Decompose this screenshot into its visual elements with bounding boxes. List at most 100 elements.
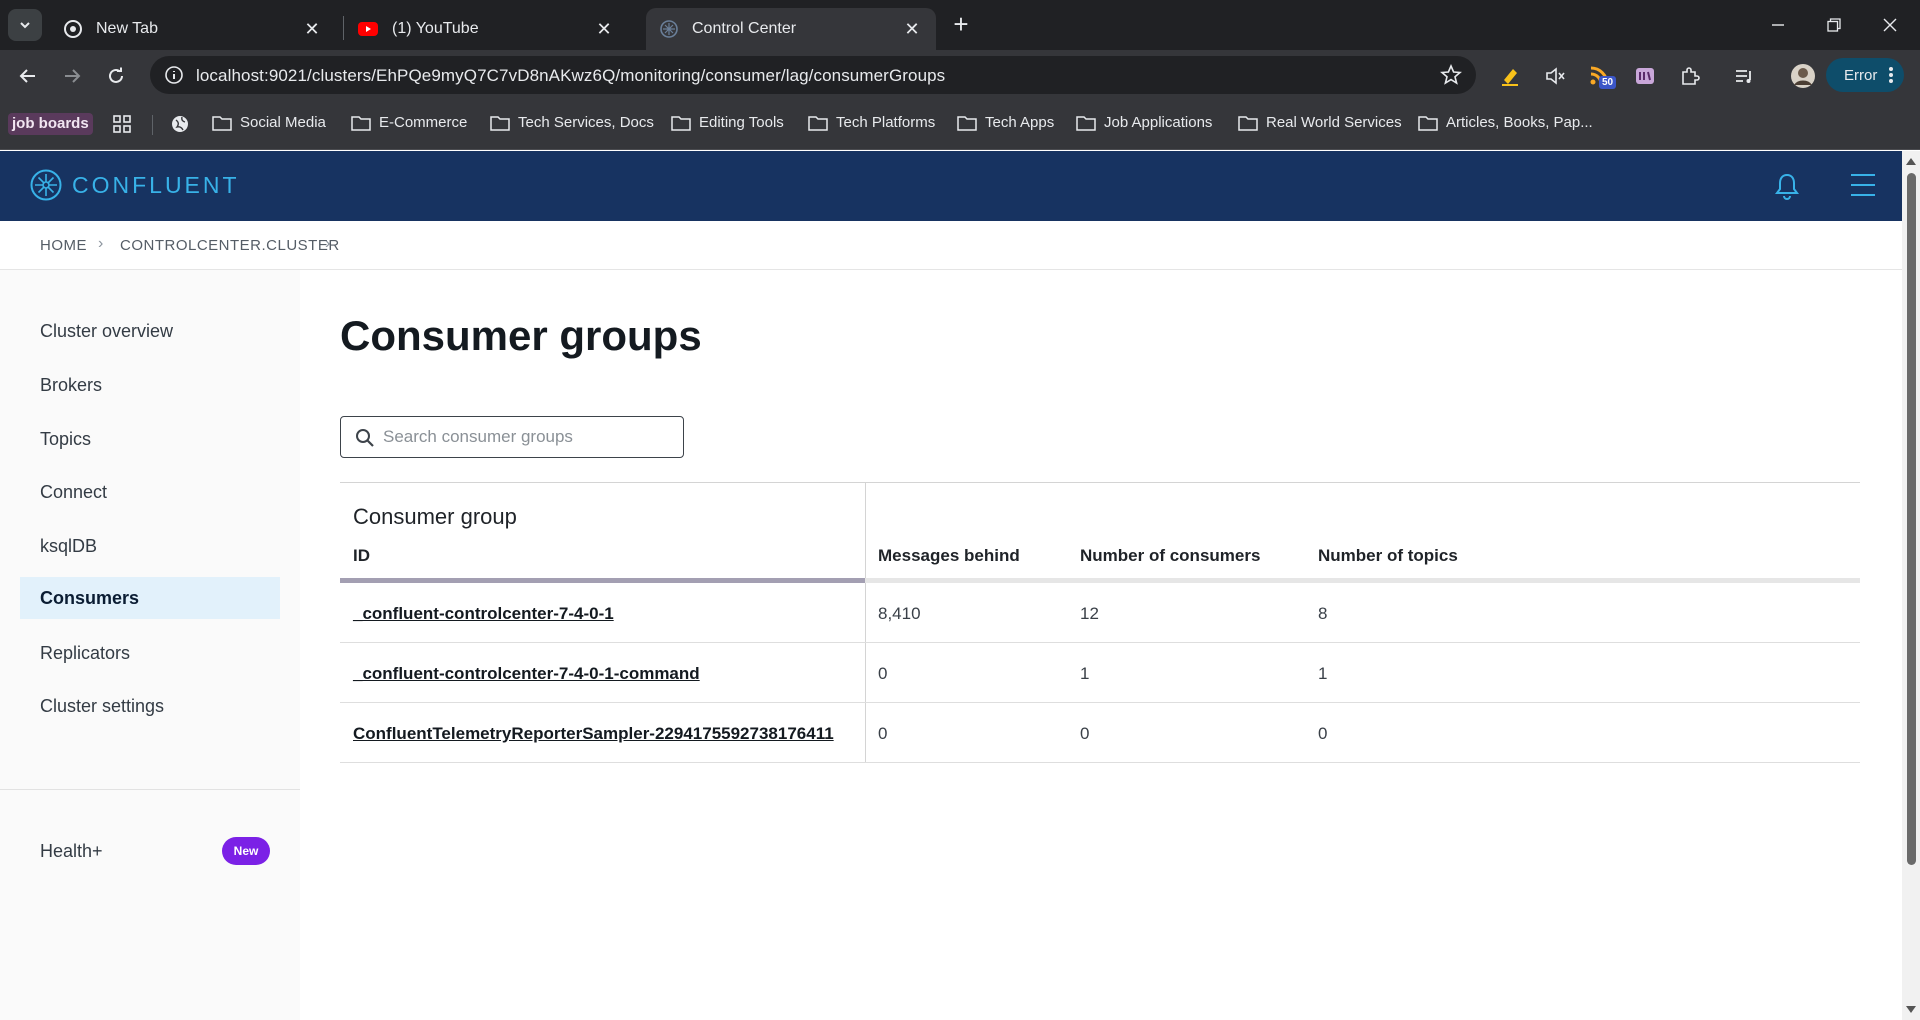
extensions-puzzle-icon[interactable]: [1676, 62, 1704, 90]
back-button[interactable]: [12, 60, 44, 92]
tab-new-tab[interactable]: New Tab ✕: [50, 8, 336, 50]
media-controls-icon[interactable]: [1730, 62, 1758, 90]
close-icon: [1883, 18, 1897, 32]
forward-button[interactable]: [56, 60, 88, 92]
arrow-left-icon: [19, 69, 35, 83]
confluent-logo-icon: [30, 169, 62, 201]
breadcrumb: HOME › CONTROLCENTER.CLUSTER ›: [0, 221, 1902, 270]
topics-cell: 0: [1318, 724, 1328, 743]
close-tab-icon[interactable]: ✕: [902, 19, 922, 40]
bookmark-separator: [152, 115, 153, 135]
bookmark-folder-label: Tech Platforms: [836, 114, 936, 131]
scroll-up-arrow-icon[interactable]: [1906, 157, 1916, 165]
bookmark-folder[interactable]: Social Media: [212, 114, 326, 131]
error-button[interactable]: Error: [1826, 58, 1904, 92]
hamburger-menu-icon[interactable]: [1850, 172, 1876, 203]
table-row[interactable]: ConfluentTelemetryReporterSampler-229417…: [340, 703, 1860, 763]
highlighter-extension-icon[interactable]: [1496, 62, 1524, 90]
column-header-id[interactable]: ID: [353, 546, 370, 566]
bookmark-job-boards[interactable]: job boards: [8, 113, 93, 135]
column-header-topics[interactable]: Number of topics: [1318, 546, 1458, 566]
sidebar-divider: [0, 789, 300, 790]
profile-avatar[interactable]: [1789, 62, 1817, 90]
messages-behind-cell: 0: [878, 724, 888, 743]
chevron-right-icon: ›: [325, 235, 331, 252]
reload-icon: [109, 67, 123, 83]
folder-icon: [351, 115, 371, 131]
bookmark-folder[interactable]: Tech Apps: [957, 114, 1054, 131]
bookmark-folder[interactable]: Tech Services, Docs: [490, 114, 654, 131]
sidebar-item-topics[interactable]: Topics: [20, 418, 280, 460]
new-tab-button[interactable]: +: [948, 11, 974, 38]
consumer-group-link[interactable]: ConfluentTelemetryReporterSampler-229417…: [353, 724, 834, 744]
main-content: Consumer groups Consumer group ID Messag…: [300, 270, 1902, 1020]
site-info-icon[interactable]: [164, 65, 184, 90]
close-tab-icon[interactable]: ✕: [302, 19, 322, 40]
table-row[interactable]: _confluent-controlcenter-7-4-0-1-command…: [340, 643, 1860, 703]
tab-search-button[interactable]: [8, 9, 42, 41]
apps-grid-icon[interactable]: [112, 114, 140, 134]
folder-icon: [671, 115, 691, 131]
minimize-button[interactable]: [1758, 10, 1798, 40]
minimize-icon: [1772, 24, 1784, 26]
bookmark-folder[interactable]: Editing Tools: [671, 114, 784, 131]
address-bar[interactable]: localhost:9021/clusters/EhPQe9myQ7C7vD8n…: [150, 56, 1476, 94]
chrome-icon: [64, 20, 82, 38]
bookmark-folder[interactable]: Real World Services: [1238, 114, 1402, 131]
mute-icon[interactable]: [1541, 62, 1569, 90]
scroll-down-arrow-icon[interactable]: [1906, 1006, 1916, 1014]
breadcrumb-home[interactable]: HOME: [40, 237, 87, 254]
sidebar-item-ksqldb[interactable]: ksqlDB: [20, 525, 280, 567]
sidebar-item-cluster-overview[interactable]: Cluster overview: [20, 310, 280, 352]
topics-cell: 1: [1318, 664, 1328, 683]
sidebar-item-brokers[interactable]: Brokers: [20, 364, 280, 406]
scrollbar-thumb[interactable]: [1907, 173, 1916, 865]
consumer-group-link[interactable]: _confluent-controlcenter-7-4-0-1-command: [353, 664, 700, 684]
consumers-cell: 1: [1080, 664, 1090, 683]
folder-icon: [1076, 115, 1096, 131]
reload-button[interactable]: [100, 60, 132, 92]
tab-youtube[interactable]: (1) YouTube ✕: [344, 8, 628, 50]
bookmark-star-icon[interactable]: [1440, 63, 1462, 91]
sidebar-item-replicators[interactable]: Replicators: [20, 632, 280, 674]
bookmark-folder-label: Tech Apps: [985, 114, 1055, 131]
consumers-cell: 12: [1080, 604, 1099, 623]
column-header-messages-behind[interactable]: Messages behind: [878, 546, 1020, 566]
youtube-icon: [358, 22, 378, 36]
url-text: localhost:9021/clusters/EhPQe9myQ7C7vD8n…: [196, 66, 946, 85]
column-header-consumers[interactable]: Number of consumers: [1080, 546, 1260, 566]
bookmark-folder-label: E-Commerce: [379, 114, 468, 131]
globe-icon[interactable]: [170, 114, 198, 134]
bookmark-folder[interactable]: Job Applications: [1076, 114, 1212, 131]
sidebar-item-consumers[interactable]: Consumers: [20, 577, 280, 619]
messages-behind-cell: 0: [878, 664, 888, 683]
breadcrumb-cluster[interactable]: CONTROLCENTER.CLUSTER: [120, 237, 340, 254]
tab-control-center[interactable]: Control Center ✕: [646, 8, 936, 50]
more-vertical-icon: [1889, 67, 1893, 83]
search-input[interactable]: [383, 423, 673, 451]
close-tab-icon[interactable]: ✕: [594, 19, 614, 40]
chevron-down-icon: [20, 22, 30, 29]
brand-name: CONFLUENT: [72, 171, 240, 198]
page-scrollbar[interactable]: [1902, 151, 1920, 1020]
reader-extension-icon[interactable]: [1631, 62, 1659, 90]
notifications-bell-icon[interactable]: [1774, 172, 1800, 205]
search-box[interactable]: [340, 416, 684, 458]
bookmark-folder[interactable]: Tech Platforms: [808, 114, 935, 131]
rss-extension-icon[interactable]: 50: [1585, 62, 1617, 90]
confluent-logo[interactable]: CONFLUENT: [30, 169, 240, 201]
confluent-icon: [660, 20, 678, 38]
bookmark-folder[interactable]: E-Commerce: [351, 114, 467, 131]
bookmark-folder[interactable]: Articles, Books, Pap...: [1418, 114, 1593, 131]
table-row[interactable]: _confluent-controlcenter-7-4-0-1 8,410 1…: [340, 583, 1860, 643]
restore-button[interactable]: [1814, 10, 1854, 40]
bookmark-folder-label: Articles, Books, Pap...: [1446, 114, 1593, 131]
sidebar-item-connect[interactable]: Connect: [20, 471, 280, 513]
browser-tab-strip: New Tab ✕ (1) YouTube ✕ Control Center ✕…: [0, 0, 1920, 50]
close-window-button[interactable]: [1870, 10, 1910, 40]
sidebar-item-cluster-settings[interactable]: Cluster settings: [20, 685, 280, 727]
search-icon: [356, 429, 374, 447]
consumer-group-link[interactable]: _confluent-controlcenter-7-4-0-1: [353, 604, 614, 624]
bookmarks-bar: job boards Social Media E-Commerce Tech …: [0, 100, 1920, 150]
folder-icon: [1418, 115, 1438, 131]
